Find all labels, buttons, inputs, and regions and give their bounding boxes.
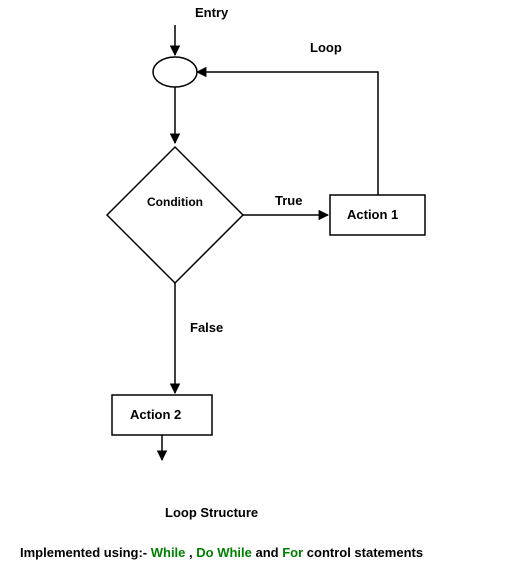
loop-label: Loop — [310, 40, 342, 55]
flowchart-svg — [0, 0, 517, 510]
footer-suffix: control statements — [303, 545, 423, 560]
condition-node — [107, 147, 243, 283]
footer-sep2: and — [252, 545, 282, 560]
caption: Loop Structure — [165, 505, 258, 520]
action1-label: Action 1 — [347, 207, 398, 222]
footer-prefix: Implemented using:- — [20, 545, 151, 560]
footer-sep1: , — [185, 545, 196, 560]
footer-text: Implemented using:- While , Do While and… — [20, 545, 423, 560]
false-label: False — [190, 320, 223, 335]
flowchart-canvas: Entry Loop Condition True False Action 1… — [0, 0, 517, 570]
true-label: True — [275, 193, 302, 208]
footer-for: For — [282, 545, 303, 560]
connector-node — [153, 57, 197, 87]
footer-dowhile: Do While — [196, 545, 252, 560]
entry-label: Entry — [195, 5, 228, 20]
action2-label: Action 2 — [130, 407, 181, 422]
footer-while: While — [151, 545, 186, 560]
condition-label: Condition — [147, 195, 203, 209]
edge-loop — [197, 72, 378, 195]
